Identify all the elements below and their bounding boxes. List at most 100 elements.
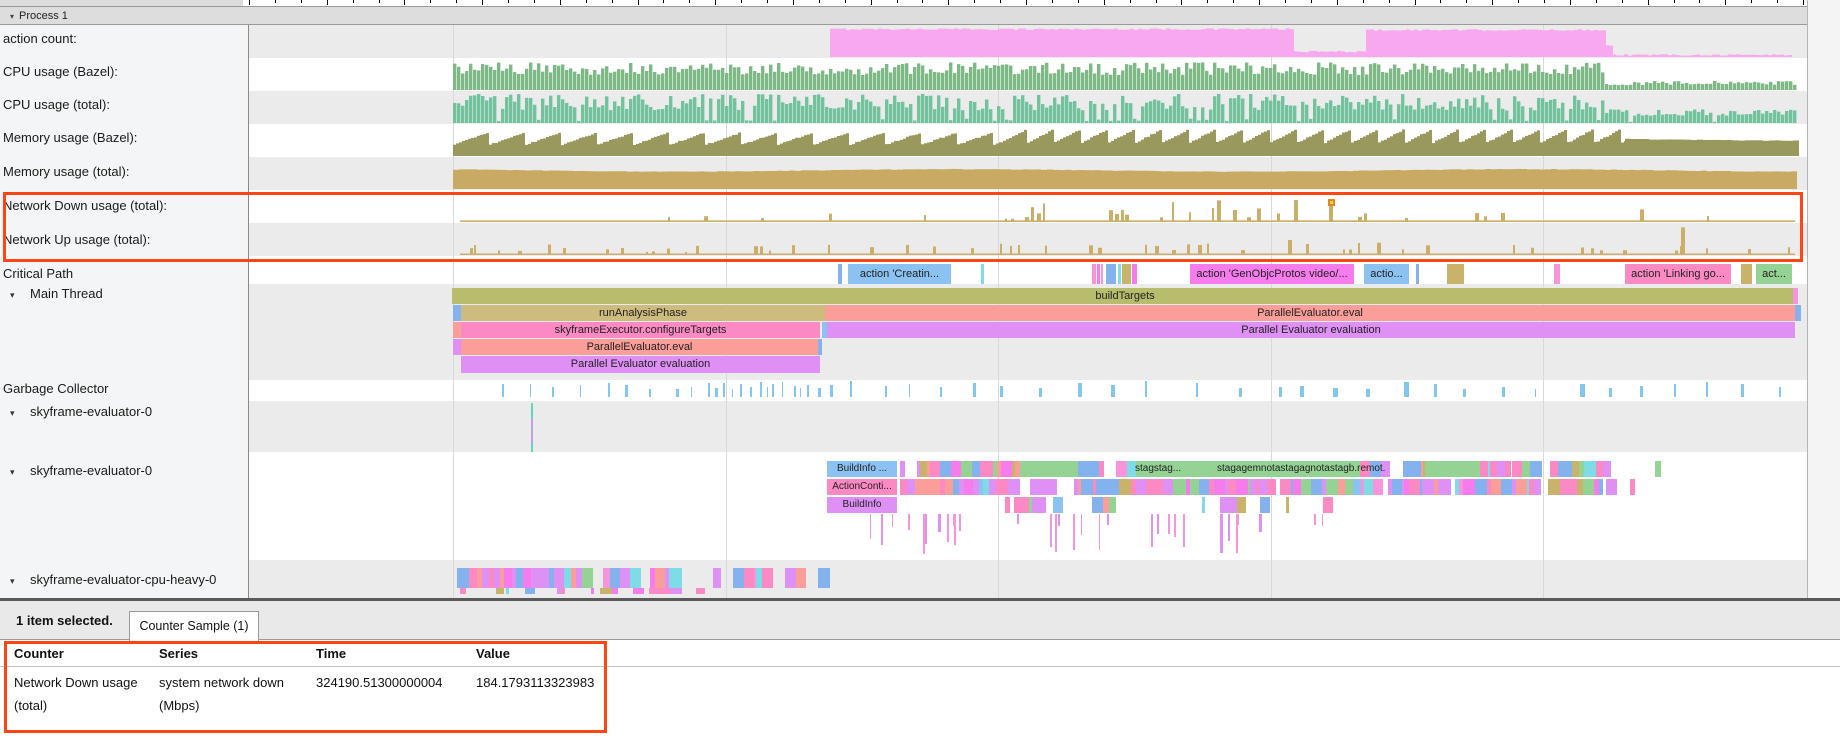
evaluator-slice[interactable] xyxy=(940,461,951,477)
evaluator-slice[interactable] xyxy=(1338,479,1345,495)
gc-event-tick[interactable] xyxy=(830,385,833,397)
evaluator-deep-slice[interactable] xyxy=(1058,514,1060,526)
evaluator-slice[interactable] xyxy=(1078,461,1090,477)
evaluator-deep-slice[interactable] xyxy=(1099,514,1100,550)
cpu-heavy-slice[interactable] xyxy=(504,568,512,588)
evaluator-slice[interactable] xyxy=(1267,479,1276,495)
evaluator-slice[interactable] xyxy=(1081,479,1093,495)
gc-event-tick[interactable] xyxy=(750,387,752,397)
critical-path-slice[interactable] xyxy=(1447,264,1464,284)
gc-event-tick[interactable] xyxy=(1535,389,1537,397)
evaluator-deep-slice[interactable] xyxy=(938,514,940,532)
evaluator-deep-slice[interactable] xyxy=(1220,514,1222,553)
flame-slice[interactable]: runAnalysisPhase xyxy=(461,305,825,321)
evaluator-slice[interactable] xyxy=(1286,497,1289,513)
evaluator-slice[interactable] xyxy=(1043,479,1051,495)
evaluator-slice[interactable] xyxy=(1220,497,1230,513)
cpu-heavy-slice[interactable] xyxy=(482,568,489,588)
cpu-heavy-slice[interactable] xyxy=(541,568,548,588)
evaluator-slice[interactable] xyxy=(1008,479,1020,495)
flame-slice[interactable]: skyframeExecutor.configureTargets xyxy=(461,322,820,338)
gc-event-tick[interactable] xyxy=(1111,385,1114,397)
gc-event-tick[interactable] xyxy=(818,388,820,397)
gc-event-tick[interactable] xyxy=(1434,384,1437,397)
gc-event-tick[interactable] xyxy=(1145,381,1147,397)
gc-event-tick[interactable] xyxy=(723,383,725,397)
gc-event-tick[interactable] xyxy=(676,389,678,397)
evaluator-deep-slice[interactable] xyxy=(1183,514,1185,547)
sidebar-item-memory-usage-bazel-[interactable]: Memory usage (Bazel): xyxy=(3,130,137,145)
flame-slice[interactable] xyxy=(453,339,461,355)
evaluator-deep-slice[interactable] xyxy=(1017,514,1019,524)
gc-event-tick[interactable] xyxy=(580,385,581,397)
evaluator-slice[interactable] xyxy=(951,461,961,477)
flame-slice[interactable] xyxy=(1795,305,1801,321)
gc-event-tick[interactable] xyxy=(1039,388,1042,397)
cpu-heavy-slice[interactable] xyxy=(506,588,509,594)
cpu-heavy-slice[interactable] xyxy=(669,568,682,588)
gc-event-tick[interactable] xyxy=(1366,389,1370,397)
evaluator-slice[interactable] xyxy=(1190,479,1199,495)
process-group-header[interactable]: ▾Process 1 xyxy=(0,6,1840,25)
table-header-counter[interactable]: Counter xyxy=(14,646,144,661)
evaluator-slice[interactable] xyxy=(1090,461,1099,477)
gc-event-tick[interactable] xyxy=(625,385,627,397)
evaluator-slice[interactable] xyxy=(1606,479,1617,495)
evaluator-slice[interactable] xyxy=(1497,461,1506,477)
gc-event-tick[interactable] xyxy=(850,381,852,397)
table-cell[interactable]: 184.1793113323983 xyxy=(476,671,616,694)
evaluator-slice[interactable] xyxy=(1534,479,1541,495)
critical-path-slice[interactable] xyxy=(838,264,842,284)
gc-event-tick[interactable] xyxy=(1300,386,1304,397)
critical-path-slice[interactable]: act... xyxy=(1756,264,1792,284)
evaluator-slice[interactable] xyxy=(1214,479,1225,495)
cpu-heavy-slice[interactable] xyxy=(620,568,629,588)
evaluator-slice[interactable] xyxy=(1422,479,1433,495)
evaluator-slice[interactable] xyxy=(1237,497,1246,513)
gc-event-tick[interactable] xyxy=(691,387,692,397)
evaluator-slice[interactable] xyxy=(1364,479,1373,495)
critical-path-slice[interactable]: action 'Linking go... xyxy=(1625,264,1731,284)
sidebar-item-main-thread[interactable]: ▾Main Thread xyxy=(3,286,103,301)
sidebar-item-network-down-usage-total-[interactable]: Network Down usage (total): xyxy=(3,198,167,213)
evaluator-deep-slice[interactable] xyxy=(1174,514,1175,537)
evaluator-deep-slice[interactable] xyxy=(1228,514,1230,541)
evaluator-green-slice[interactable] xyxy=(1020,461,1068,477)
evaluator-slice[interactable] xyxy=(1259,479,1267,495)
cpu-heavy-slice[interactable] xyxy=(733,568,744,588)
critical-path-slice[interactable]: action 'Creatin... xyxy=(848,264,951,284)
evaluator-slice[interactable] xyxy=(1051,479,1057,495)
evaluator-slice[interactable] xyxy=(1202,497,1206,513)
critical-path-slice[interactable] xyxy=(1092,264,1096,284)
evaluator-slice[interactable] xyxy=(1032,497,1040,513)
evaluator-slice[interactable] xyxy=(926,479,937,495)
evaluator-deep-slice[interactable] xyxy=(1168,514,1170,534)
evaluator-deep-slice[interactable] xyxy=(923,514,925,554)
counter-chart-cpu-usage-bazel[interactable] xyxy=(249,60,1807,90)
counter-chart-cpu-usage-total[interactable] xyxy=(249,93,1807,123)
cpu-heavy-slice[interactable] xyxy=(713,568,721,588)
gc-event-tick[interactable] xyxy=(1404,382,1409,397)
cpu-heavy-slice[interactable] xyxy=(460,588,466,594)
flame-slice[interactable]: Parallel Evaluator evaluation xyxy=(827,322,1795,338)
evaluator-slice[interactable] xyxy=(1438,479,1451,495)
cpu-heavy-slice[interactable] xyxy=(662,588,670,594)
critical-path-slice[interactable]: actio... xyxy=(1364,264,1409,284)
gc-event-tick[interactable] xyxy=(1463,389,1467,397)
evaluator-slice[interactable] xyxy=(1099,461,1103,477)
cpu-heavy-slice[interactable] xyxy=(591,588,594,594)
cpu-heavy-slice[interactable] xyxy=(796,568,806,588)
evaluator-slice[interactable] xyxy=(1564,461,1572,477)
evaluator-slice[interactable] xyxy=(1109,497,1116,513)
evaluator-deep-slice[interactable] xyxy=(1314,514,1316,525)
flame-slice[interactable]: ParallelEvaluator.eval xyxy=(461,339,818,355)
cpu-heavy-slice[interactable] xyxy=(696,588,704,594)
evaluator-slice[interactable] xyxy=(1228,479,1235,495)
evaluator-slice[interactable] xyxy=(1104,479,1116,495)
evaluator-deep-slice[interactable] xyxy=(1107,514,1109,525)
gc-event-tick[interactable] xyxy=(649,389,651,397)
collapse-arrow-icon[interactable]: ▾ xyxy=(3,408,30,419)
collapse-arrow-icon[interactable]: ▾ xyxy=(10,8,14,26)
cpu-heavy-slice[interactable] xyxy=(818,568,830,588)
evaluator-slice[interactable] xyxy=(900,479,907,495)
